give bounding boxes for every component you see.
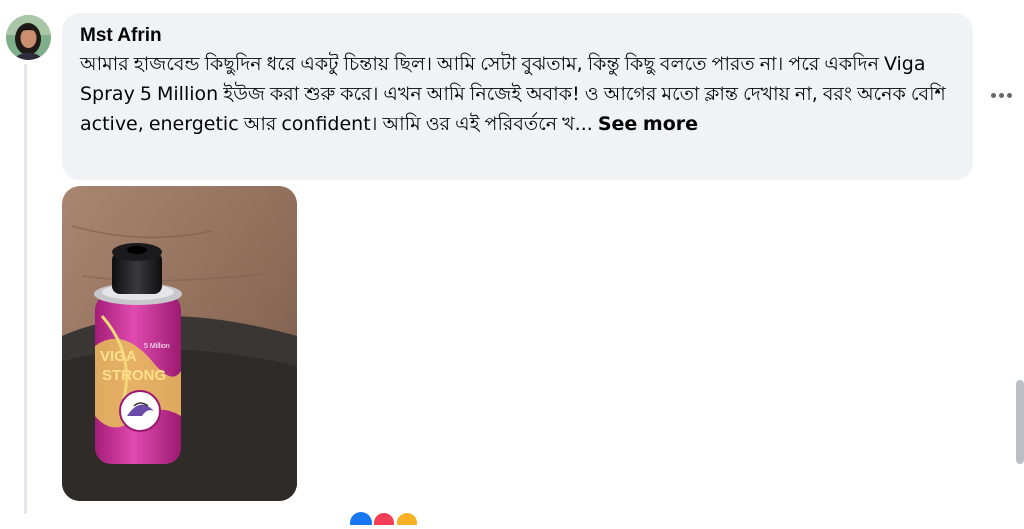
see-more-link[interactable]: See more	[598, 113, 698, 135]
comment-author[interactable]: Mst Afrin	[80, 25, 953, 47]
comment-photo[interactable]: VIGA STRONG 5 Million	[62, 186, 297, 501]
reaction-summary[interactable]	[346, 505, 426, 529]
avatar[interactable]	[6, 15, 51, 60]
more-options-icon[interactable]	[984, 80, 1018, 110]
comment-body: আমার হাজবেন্ড কিছুদিন ধরে একটু চিন্তায় …	[80, 53, 946, 135]
comment-bubble: Mst Afrin আমার হাজবেন্ড কিছুদিন ধরে একটু…	[62, 13, 973, 180]
comment-text: আমার হাজবেন্ড কিছুদিন ধরে একটু চিন্তায় …	[80, 49, 953, 139]
thread-line	[24, 64, 27, 514]
product-photo: VIGA STRONG 5 Million	[62, 186, 297, 501]
svg-text:VIGA: VIGA	[100, 348, 137, 365]
svg-text:5 Million: 5 Million	[144, 343, 170, 350]
avatar-image	[6, 15, 51, 60]
scrollbar[interactable]	[1016, 380, 1024, 464]
svg-text:STRONG: STRONG	[102, 367, 166, 384]
